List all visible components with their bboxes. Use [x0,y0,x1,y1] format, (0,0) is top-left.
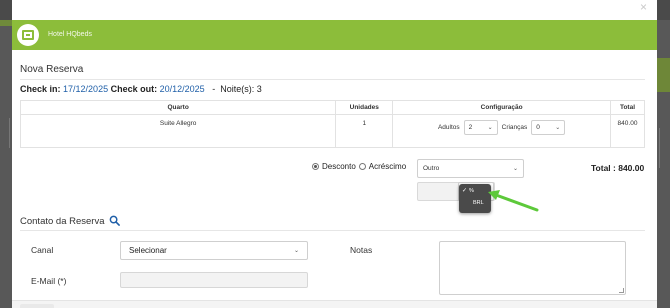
contact-section-title: Contato da Reserva [20,216,105,227]
notes-label: Notas [350,245,373,255]
modal-footer [12,300,657,308]
background-page-left [0,20,12,308]
adjustment-reason-select[interactable]: Outro ⌄ [417,159,524,178]
modal-title: Nova Reserva [20,64,84,75]
email-label: E-Mail (*) [31,276,67,286]
checkout-label: Check out: [110,84,158,94]
adjustment-reason-value: Outro [423,165,440,172]
search-icon[interactable] [109,215,120,226]
rooms-table: Quarto Unidades Configuração Total Suite… [19,100,645,148]
discount-radio[interactable] [312,163,319,170]
email-field[interactable] [120,272,308,288]
room-units: 1 [335,114,394,148]
checkin-date: 17/12/2025 [63,84,109,94]
chevron-down-icon: ⌄ [293,248,299,254]
surcharge-label: Acréscimo [368,162,407,171]
stay-dates: Check in: 17/12/2025 Check out: 20/12/20… [20,84,262,94]
adults-value: 2 [468,124,473,131]
checkout-date: 20/12/2025 [159,84,205,94]
check-icon: ✓ [462,188,468,194]
chevron-down-icon: ⌄ [512,166,518,172]
children-value: 0 [536,124,540,131]
chevron-down-icon: ⌄ [555,125,561,131]
chevron-down-icon: ⌄ [487,125,493,131]
resize-handle-icon[interactable] [619,288,624,293]
column-header-total: Total [610,100,645,115]
notes-textarea[interactable] [439,241,626,295]
divider [20,230,645,231]
checkin-label: Check in: [20,84,61,94]
room-configuration: Adultos 2 ⌄ Crianças 0 ⌄ [392,114,611,148]
table-row: Suite Allegro 1 Adultos 2 ⌄ Crianças 0 ⌄… [19,114,645,148]
room-name: Suite Allegro [19,114,337,148]
background-page-right [657,20,670,308]
grand-total: Total : 840.00 [591,163,645,173]
close-icon[interactable]: × [640,0,647,14]
green-pointer-arrow-icon [488,190,539,212]
hotel-name: Hotel HQbeds [48,31,92,38]
children-label: Crianças [501,124,528,131]
dates-separator: - [212,84,216,94]
discount-label: Desconto [322,162,356,171]
hotel-header-bar: Hotel HQbeds [12,20,657,50]
hotel-logo [17,24,39,46]
dropdown-option-percent[interactable]: ✓% [462,187,474,196]
adults-select[interactable]: 2 ⌄ [463,120,498,135]
canal-label: Canal [31,245,54,255]
room-total: 840.00 [610,114,645,148]
surcharge-radio[interactable] [358,163,366,170]
children-select[interactable]: 0 ⌄ [531,120,566,135]
canal-value: Selecionar [129,246,167,255]
adults-label: Adultos [437,124,460,131]
footer-button[interactable] [20,304,54,308]
canal-select[interactable]: Selecionar ⌄ [120,241,308,260]
nights-count: Noite(s): 3 [220,84,262,94]
adjustment-type-group: Desconto Acréscimo [312,162,406,171]
column-header-units: Unidades [335,100,394,115]
divider [20,79,645,80]
column-header-configuration: Configuração [392,100,611,115]
new-reservation-modal: × Hotel HQbeds Nova Reserva Check in: 17… [12,0,657,308]
table-header-row: Quarto Unidades Configuração Total [19,100,645,115]
column-header-room: Quarto [19,100,337,115]
